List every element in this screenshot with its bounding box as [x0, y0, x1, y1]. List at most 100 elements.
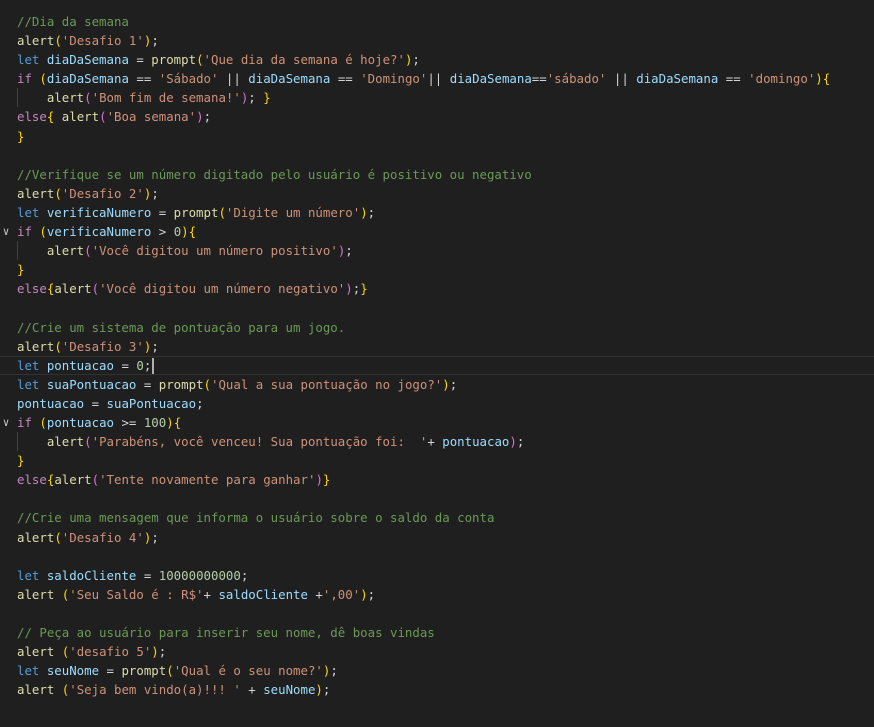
- bracket-token: (: [54, 33, 62, 49]
- variable-token: pontuacao: [46, 357, 114, 373]
- code-line[interactable]: ∨ if (pontuacao >= 100){: [0, 413, 874, 432]
- operator-token: +: [427, 434, 443, 450]
- code-line[interactable]: //Verifique se um número digitado pelo u…: [0, 165, 874, 184]
- keyword-token: let: [17, 376, 47, 392]
- operator-token: ;: [367, 204, 376, 220]
- operator-token: ;: [151, 33, 159, 49]
- comment-token: // Peça ao usuário para inserir seu nome…: [17, 625, 435, 640]
- function-name-token: alert: [54, 472, 92, 488]
- variable-token: pontuacao: [46, 414, 114, 430]
- code-editor[interactable]: //Dia da semana alert('Desafio 1'); let di…: [0, 12, 874, 699]
- bracket-token: (: [166, 663, 174, 679]
- keyword-token: let: [17, 52, 47, 68]
- variable-token: diaDaSemana: [636, 71, 719, 87]
- code-line[interactable]: alert('Desafio 2');: [0, 184, 874, 203]
- code-line[interactable]: let pontuacao = 0;: [0, 356, 874, 375]
- bracket-token: {: [822, 71, 831, 87]
- code-line[interactable]: if (diaDaSemana == 'Sábado' || diaDaSema…: [0, 69, 874, 88]
- code-line[interactable]: alert('Você digitou um número positivo')…: [0, 241, 874, 261]
- bracket-token: ): [345, 281, 353, 297]
- operator-token: =: [136, 376, 159, 392]
- code-line[interactable]: alert ('desafio 5');: [0, 642, 874, 661]
- operator-token: ;: [322, 682, 331, 698]
- code-line[interactable]: alert ('Seu Saldo é : R$'+ saldoCliente …: [0, 585, 874, 604]
- code-line[interactable]: let suaPontuacao = prompt('Qual a sua po…: [0, 375, 874, 394]
- control-keyword-token: if: [17, 224, 40, 240]
- string-token: 'Tente novamente para ganhar': [99, 472, 316, 488]
- code-line[interactable]: }: [0, 127, 874, 146]
- code-line[interactable]: // Peça ao usuário para inserir seu nome…: [0, 623, 874, 642]
- code-line[interactable]: }: [0, 260, 874, 279]
- number-token: 100: [143, 414, 167, 430]
- code-line[interactable]: [0, 298, 874, 317]
- bracket-token: (: [54, 529, 62, 545]
- code-line[interactable]: [0, 604, 874, 623]
- control-keyword-token: else: [17, 109, 47, 125]
- function-name-token: alert: [17, 185, 55, 201]
- code-line[interactable]: [0, 489, 874, 508]
- code-line[interactable]: //Crie um sistema de pontuação para um j…: [0, 318, 874, 337]
- code-line[interactable]: else{alert('Você digitou um número negat…: [0, 279, 874, 298]
- operator-token: ==: [330, 71, 361, 87]
- operator-token: =: [128, 52, 152, 68]
- bracket-token: (: [84, 243, 92, 259]
- code-line[interactable]: //Dia da semana: [0, 12, 874, 31]
- code-line[interactable]: let diaDaSemana = prompt('Que dia da sem…: [0, 50, 874, 69]
- code-line[interactable]: alert('Desafio 1');: [0, 31, 874, 50]
- code-line[interactable]: [0, 146, 874, 165]
- variable-token: diaDaSemana: [46, 52, 129, 68]
- operator-token: ;: [151, 185, 159, 201]
- code-line[interactable]: alert('Parabéns, você venceu! Sua pontua…: [0, 432, 874, 452]
- operator-token: ;: [196, 395, 204, 411]
- variable-token: verificaNumero: [46, 224, 152, 240]
- code-line[interactable]: else{ alert('Boa semana');: [0, 107, 874, 126]
- number-token: 10000000000: [158, 567, 241, 583]
- function-name-token: alert: [46, 90, 85, 106]
- code-line[interactable]: let seuNome = prompt('Qual é o seu nome?…: [0, 661, 874, 680]
- operator-token: +: [203, 586, 219, 602]
- comment-token: //Dia da semana: [17, 14, 129, 29]
- variable-token: diaDaSemana: [46, 71, 129, 87]
- function-name-token: prompt: [121, 663, 167, 679]
- code-line[interactable]: else{alert('Tente novamente para ganhar'…: [0, 470, 874, 489]
- operator-token: [17, 90, 47, 105]
- string-token: 'Desafio 1': [61, 33, 144, 49]
- code-line[interactable]: }: [0, 451, 874, 470]
- function-name-token: alert: [17, 529, 55, 545]
- string-token: 'Parabéns, você venceu! Sua pontuação fo…: [91, 434, 428, 450]
- operator-token: ;: [248, 90, 264, 106]
- keyword-token: let: [17, 567, 47, 583]
- code-line[interactable]: let saldoCliente = 10000000000;: [0, 566, 874, 585]
- bracket-token: }: [17, 262, 25, 278]
- code-line[interactable]: [0, 547, 874, 566]
- variable-token: verificaNumero: [46, 204, 152, 220]
- string-token: 'Domingo': [360, 71, 428, 87]
- bracket-token: (: [99, 109, 107, 125]
- keyword-token: let: [17, 357, 47, 373]
- variable-token: saldoCliente: [218, 586, 308, 602]
- operator-token: >: [151, 224, 174, 240]
- string-token: 'Seu Saldo é : R$': [69, 586, 204, 602]
- operator-token: ;: [151, 338, 159, 354]
- fold-chevron-icon[interactable]: ∨: [0, 413, 12, 432]
- code-line[interactable]: let verificaNumero = prompt('Digite um n…: [0, 203, 874, 222]
- fold-chevron-icon[interactable]: ∨: [0, 222, 12, 241]
- variable-token: saldoCliente: [46, 567, 137, 583]
- operator-token: ==: [128, 71, 159, 87]
- code-line[interactable]: //Crie uma mensagem que informa o usuári…: [0, 508, 874, 527]
- code-line[interactable]: alert('Desafio 4');: [0, 528, 874, 547]
- bracket-token: (: [39, 71, 47, 87]
- variable-token: pontuacao: [442, 434, 510, 450]
- function-name-token: alert: [54, 281, 92, 297]
- operator-token: [54, 109, 61, 124]
- variable-token: seuNome: [263, 682, 316, 698]
- code-line[interactable]: alert('Bom fim de semana!'); }: [0, 88, 874, 108]
- code-line[interactable]: alert ('Seja bem vindo(a)!!! ' + seuNome…: [0, 680, 874, 699]
- code-line[interactable]: alert('Desafio 3');: [0, 337, 874, 356]
- code-line[interactable]: ∨ if (verificaNumero > 0){: [0, 222, 874, 241]
- string-token: 'Que dia da semana é hoje?': [203, 52, 405, 68]
- code-line[interactable]: pontuacao = suaPontuacao;: [0, 394, 874, 413]
- bracket-token: }: [360, 281, 368, 297]
- function-name-token: alert: [17, 33, 55, 49]
- operator-token: ;: [158, 644, 167, 660]
